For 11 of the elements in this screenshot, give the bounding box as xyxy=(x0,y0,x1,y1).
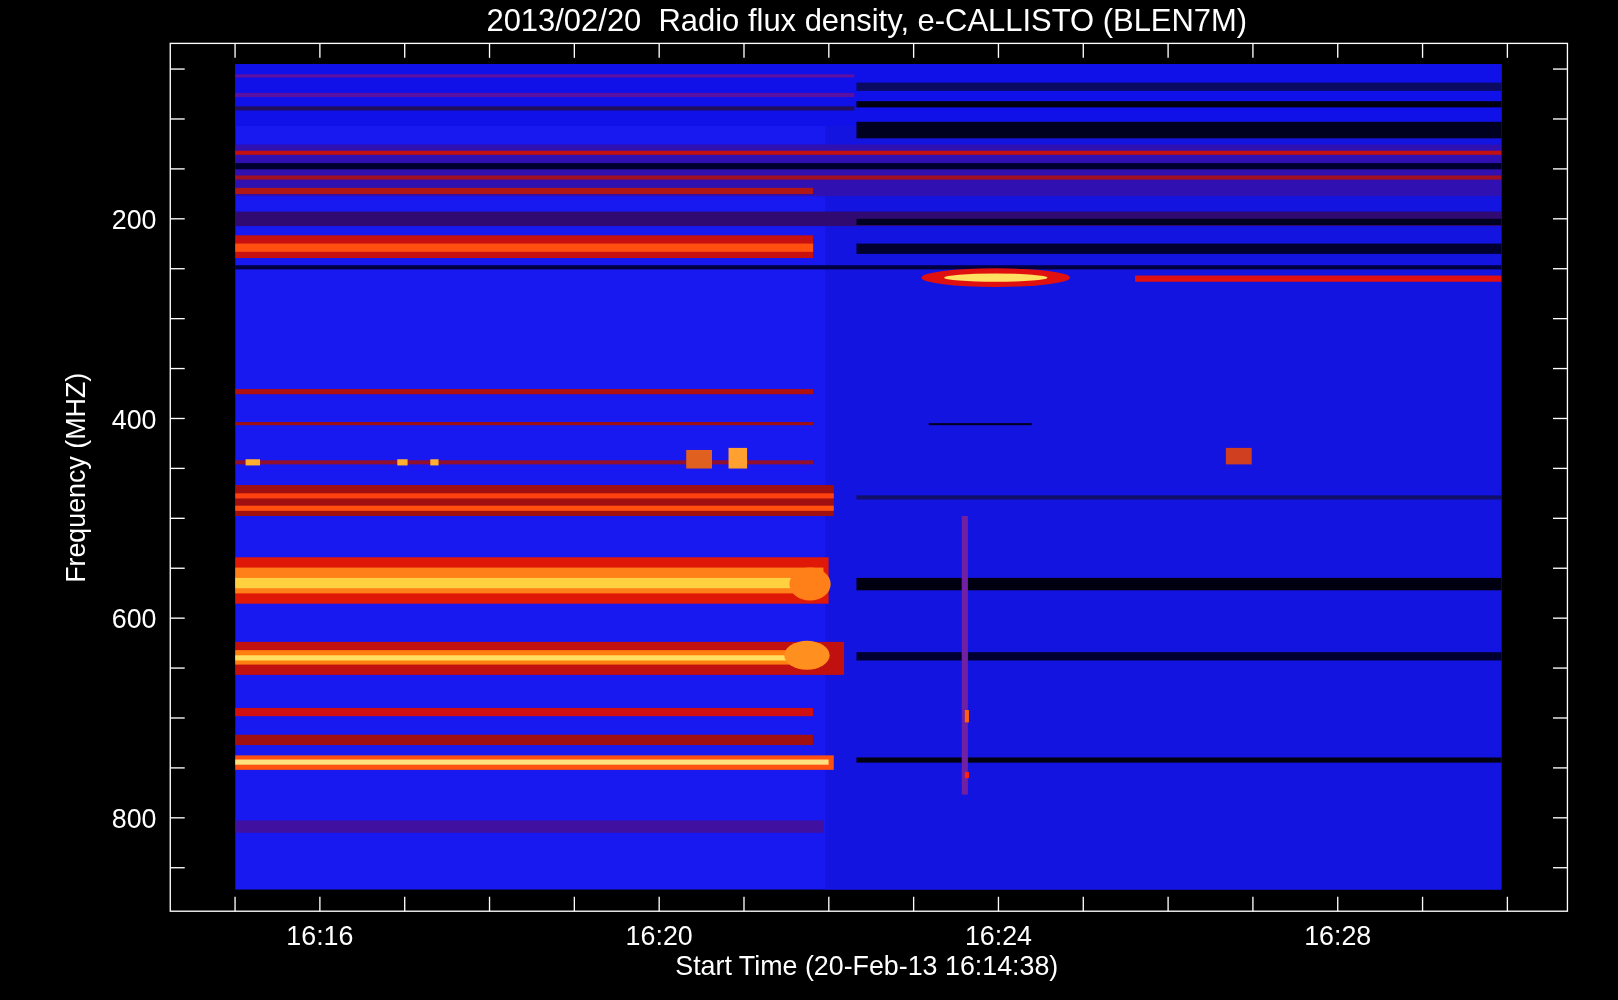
plot-title: 2013/02/20 Radio flux density, e-CALLISTO (BLEN7M) xyxy=(486,3,1248,38)
y-tick-label: 800 xyxy=(111,804,157,835)
x-tick-label: 16:20 xyxy=(625,921,693,952)
y-tick-label: 400 xyxy=(111,404,157,435)
y-tick-label: 200 xyxy=(111,205,157,236)
y-axis-label: Frequency (MHZ) xyxy=(60,372,91,583)
y-tick-label: 600 xyxy=(111,604,157,635)
x-tick-label: 16:28 xyxy=(1304,921,1372,952)
x-tick-label: 16:16 xyxy=(286,921,354,952)
x-tick-label: 16:24 xyxy=(964,921,1032,952)
x-axis-label: Start Time (20-Feb-13 16:14:38) xyxy=(675,951,1059,982)
